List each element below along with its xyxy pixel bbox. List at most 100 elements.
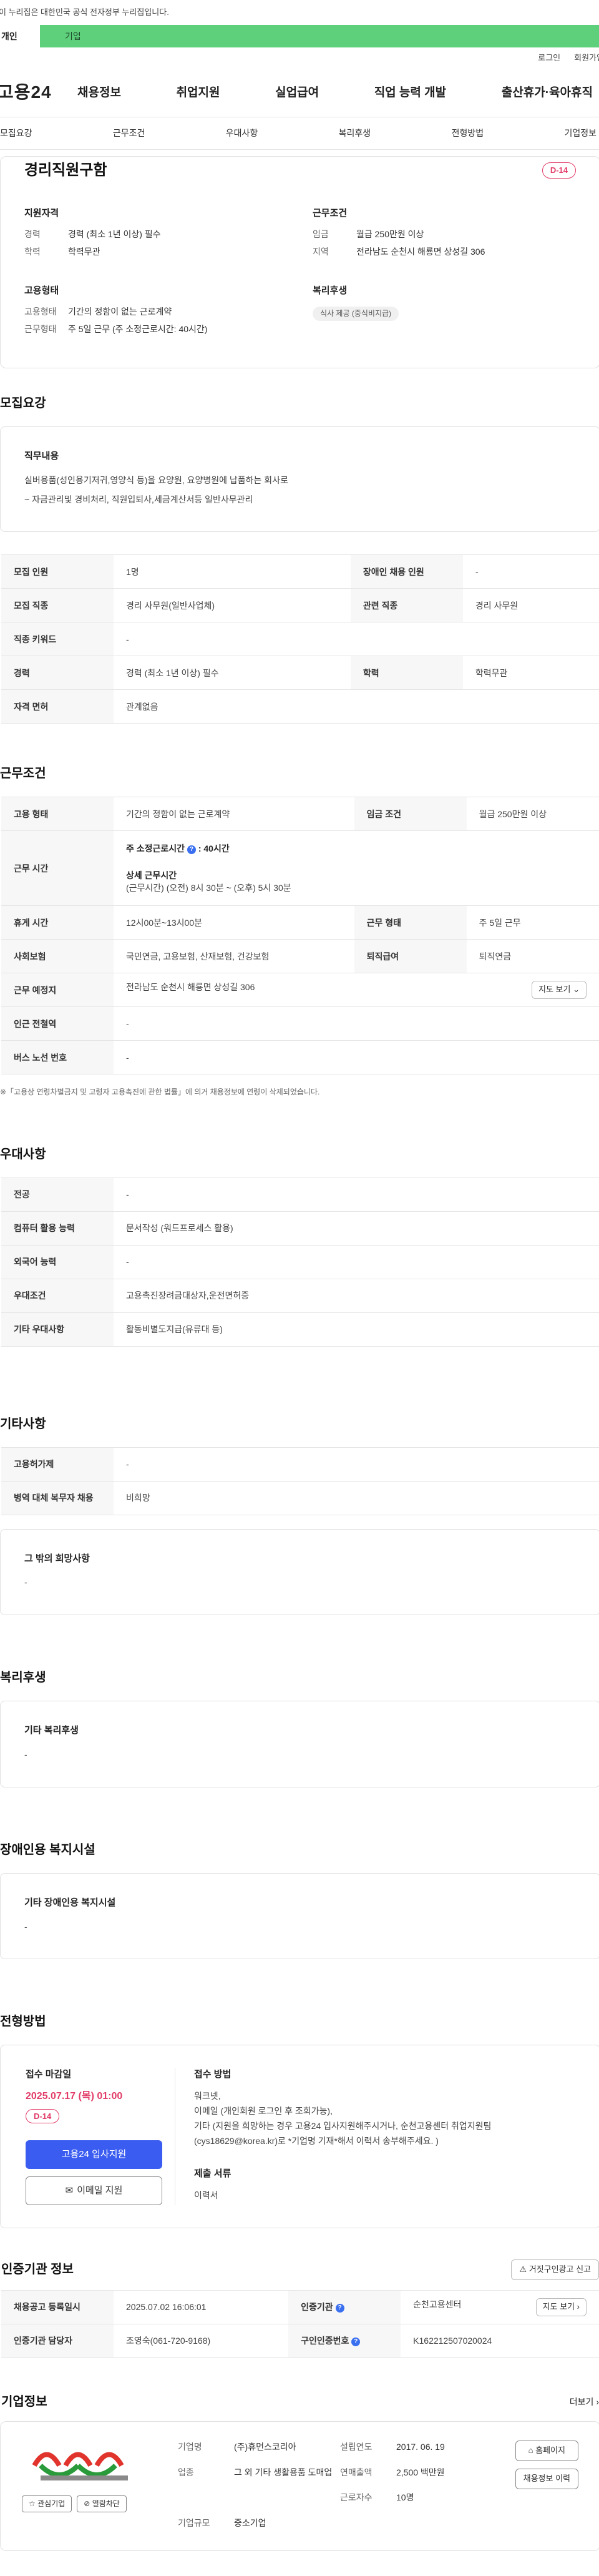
anchor-company[interactable]: 기업정보 bbox=[564, 127, 597, 139]
table-row: 고용 형태 기간의 정함이 없는 근로계약 임금 조건 월급 250만원 이상 bbox=[1, 797, 599, 832]
gnb-item-training[interactable]: 직업 능력 개발 bbox=[374, 84, 446, 102]
gnb-item-jobs[interactable]: 채용정보 bbox=[77, 84, 121, 102]
pref-etc-key: 기타 우대사항 bbox=[1, 1312, 114, 1347]
work-form-value: 주 5일 근무 bbox=[466, 905, 599, 940]
company-size-key: 기업규모 bbox=[178, 2517, 210, 2528]
table-row: 경력 경력 (최소 1년 이상) 필수 학력 학력무관 bbox=[1, 656, 599, 691]
gov-banner-text: 이 누리집은 대한민국 공식 전자정부 누리집입니다. bbox=[0, 7, 169, 17]
table-row: 사회보험 국민연금, 고용보험, 산재보험, 건강보험 퇴직급여 퇴직연금 bbox=[1, 939, 599, 974]
anchor-selection[interactable]: 전형방법 bbox=[452, 127, 484, 139]
emp-type-key: 고용 형태 bbox=[1, 797, 114, 832]
computer-key: 컴퓨터 활용 능력 bbox=[1, 1211, 114, 1246]
area-value: 전라남도 순천시 해룡면 상성길 306 bbox=[356, 247, 485, 257]
block-view-button[interactable]: ⊘ 열람차단 bbox=[77, 2495, 127, 2513]
insurance-value: 국민연금, 고용보험, 산재보험, 건강보험 bbox=[114, 939, 354, 974]
place-value: 전라남도 순천시 해룡면 상성길 306 bbox=[126, 982, 255, 993]
map-view-button[interactable]: 지도 보기 ⌄ bbox=[532, 981, 587, 1000]
chevron-right-icon: › bbox=[596, 2397, 599, 2407]
false-ad-report-button[interactable]: ⚠ 거짓구인광고 신고 bbox=[511, 2259, 599, 2280]
hope-title: 그 밖의 희망사항 bbox=[24, 1553, 90, 1564]
job-history-button[interactable]: 채용정보 이력 bbox=[515, 2468, 578, 2489]
dday-badge: D-14 bbox=[542, 162, 576, 179]
gnb-item-leave[interactable]: 출산휴가·육아휴직 bbox=[502, 84, 593, 102]
job-keyword-key: 직종 키워드 bbox=[1, 622, 114, 657]
summary-card: 경리직원구함 D-14 지원자격 경력 경력 (최소 1년 이상) 필수 학력 학력… bbox=[0, 156, 599, 368]
edu-value: 학력무관 bbox=[68, 247, 100, 257]
section-anchor-nav: 모집요강 근무조건 우대사항 복리후생 전형방법 기업정보 bbox=[0, 117, 599, 150]
place-cell: 전라남도 순천시 해룡면 상성길 306 지도 보기 ⌄ bbox=[114, 973, 599, 1008]
retirement-value: 퇴직연금 bbox=[466, 939, 599, 974]
company-more-link[interactable]: 더보기 › bbox=[570, 2396, 599, 2408]
military-key: 병역 대체 복무자 채용 bbox=[1, 1481, 114, 1515]
pref-section-title: 우대사항 bbox=[0, 1147, 46, 1161]
favorite-company-button[interactable]: ☆ 관심기업 bbox=[22, 2495, 72, 2513]
hours-cell: 주 소정근로시간 ? : 40시간 상세 근무시간 (근무시간) (오전) 8시… bbox=[114, 830, 599, 907]
anchor-welfare[interactable]: 복리후생 bbox=[339, 127, 371, 139]
chevron-down-icon: ⌄ bbox=[573, 985, 580, 995]
utility-links: 로그인 회원가입 bbox=[0, 47, 599, 69]
apply-right: 접수 방법 워크넷, 이메일 (개인회원 로그인 후 조회가능), 기타 (지원… bbox=[175, 2068, 575, 2205]
weekly-hours-value: : 40시간 bbox=[198, 843, 230, 854]
wage-cond-value: 월급 250만원 이상 bbox=[466, 797, 599, 832]
home-icon: ⌂ bbox=[528, 2446, 533, 2455]
tab-company[interactable]: 기업 bbox=[40, 25, 599, 47]
table-row: 채용공고 등록일시 2025.07.02 16:06:01 인증기관 ? 순천고… bbox=[1, 2290, 599, 2324]
related-job-key: 관련 직종 bbox=[350, 588, 463, 623]
workform-value: 주 5일 근무 (주 소정근로시간: 40시간) bbox=[68, 324, 208, 335]
career-table-key: 경력 bbox=[1, 656, 114, 691]
site-logo[interactable]: 고용24 bbox=[0, 80, 72, 106]
major-value: - bbox=[114, 1177, 599, 1212]
docs-label: 제출 서류 bbox=[194, 2168, 231, 2180]
table-row: 인근 전철역 - bbox=[1, 1006, 599, 1041]
weekly-hours-label: 주 소정근로시간 bbox=[126, 843, 185, 854]
anchor-recruit[interactable]: 모집요강 bbox=[0, 127, 32, 139]
pref-table: 전공 - 컴퓨터 활용 능력 문서작성 (워드프로세스 활용) 외국어 능력 - 우대… bbox=[1, 1177, 599, 1347]
job-type-key: 모집 직종 bbox=[1, 588, 114, 623]
career-table-value: 경력 (최소 1년 이상) 필수 bbox=[114, 656, 351, 691]
anchor-pref[interactable]: 우대사항 bbox=[226, 127, 258, 139]
company-logo-area: ☆ 관심기업 ⊘ 열람차단 bbox=[22, 2441, 159, 2532]
gnb-item-unemployment[interactable]: 실업급여 bbox=[275, 84, 319, 102]
apply-dday-badge: D-14 bbox=[26, 2109, 60, 2124]
table-row: 모집 인원 1명 장애인 채용 인원 - bbox=[1, 554, 599, 589]
member-type-tabs: 개인 기업 bbox=[0, 25, 599, 47]
language-value: - bbox=[114, 1245, 599, 1279]
welfare-section-title: 복리후생 bbox=[0, 1671, 46, 1685]
company-size-value: 중소기업 bbox=[234, 2517, 266, 2528]
disabled-box: 기타 장애인용 복지시설 - bbox=[0, 1872, 599, 1960]
age-note: ※「고용상 연령차별금지 및 고령자 고용촉진에 관한 법률」에 의거 채용정보… bbox=[0, 1088, 320, 1097]
spacer-key bbox=[178, 2491, 228, 2507]
pref-cond-value: 고용촉진장려금대상자,운전면허증 bbox=[114, 1279, 599, 1313]
area-key: 지역 bbox=[313, 247, 329, 257]
company-box: ☆ 관심기업 ⊘ 열람차단 기업명 (주)휴먼스코리아 설립연도 2017. 0… bbox=[0, 2421, 599, 2551]
job-detail-page: 이 누리집은 대한민국 공식 전자정부 누리집입니다. 개인 기업 로그인 회원… bbox=[0, 0, 599, 2576]
founded-key: 설립연도 bbox=[340, 2442, 373, 2452]
login-link[interactable]: 로그인 bbox=[538, 52, 560, 64]
homepage-button[interactable]: ⌂ 홈페이지 bbox=[515, 2441, 578, 2461]
duty-title: 직무내용 bbox=[24, 451, 59, 461]
tab-personal[interactable]: 개인 bbox=[0, 25, 40, 47]
report-label: 거짓구인광고 신고 bbox=[528, 2264, 591, 2274]
info-icon[interactable]: ? bbox=[187, 845, 196, 854]
table-row: 고용허가제 - bbox=[1, 1447, 599, 1482]
info-icon[interactable]: ? bbox=[335, 2303, 344, 2313]
anchor-work[interactable]: 근무조건 bbox=[113, 127, 145, 139]
spacer-value bbox=[234, 2491, 334, 2507]
table-row: 컴퓨터 활용 능력 문서작성 (워드프로세스 활용) bbox=[1, 1211, 599, 1246]
license-value: 관계없음 bbox=[114, 689, 599, 724]
join-link[interactable]: 회원가입 bbox=[574, 52, 599, 64]
cert-manager-key: 인증기관 담당자 bbox=[1, 2324, 114, 2358]
cond-title: 근무조건 bbox=[313, 208, 348, 219]
company-header: 기업정보 더보기 › bbox=[1, 2393, 599, 2411]
cert-org-value: 순천고용센터 bbox=[413, 2299, 462, 2310]
career-key: 경력 bbox=[24, 229, 41, 239]
gnb-item-support[interactable]: 취업지원 bbox=[177, 84, 220, 102]
email-apply-button[interactable]: ✉ 이메일 지원 bbox=[26, 2176, 162, 2206]
method-line-2: 이메일 (개인회원 로그인 후 조회가능), bbox=[194, 2105, 333, 2116]
cert-map-button[interactable]: 지도 보기 › bbox=[535, 2298, 587, 2316]
apply-left: 접수 마감일 2025.07.17 (목) 01:00 D-14 고용24 입사… bbox=[26, 2068, 175, 2206]
info-icon[interactable]: ? bbox=[351, 2337, 361, 2346]
cert-org-key: 인증기관 ? bbox=[288, 2290, 401, 2324]
cert-map-label: 지도 보기 bbox=[542, 2302, 575, 2312]
apply-button[interactable]: 고용24 입사지원 bbox=[26, 2140, 162, 2170]
